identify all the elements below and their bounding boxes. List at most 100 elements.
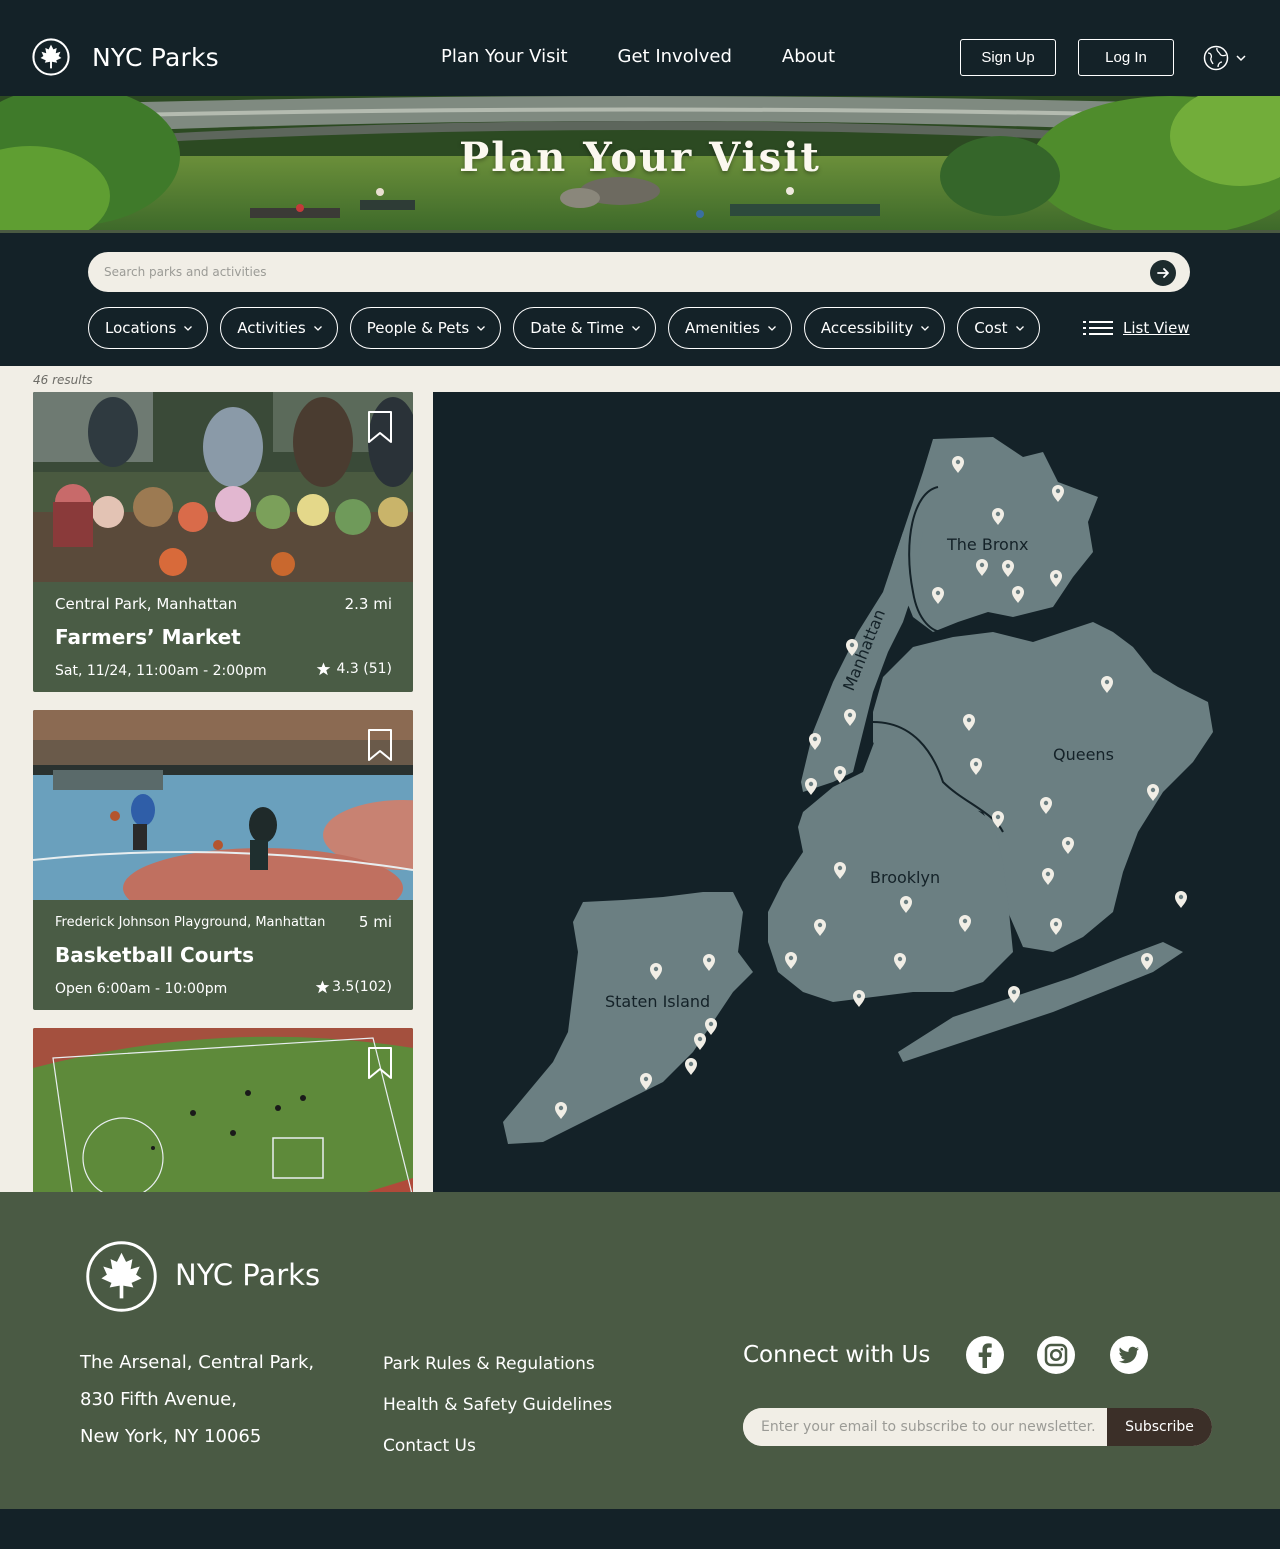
filter-amenities[interactable]: Amenities: [668, 307, 792, 349]
hero-title: Plan Your Visit: [459, 134, 821, 181]
filter-bar: Locations Activities People & Pets Date …: [0, 230, 1280, 366]
filter-label: Amenities: [685, 319, 760, 337]
filter-label: People & Pets: [366, 319, 470, 337]
footer-links: Park Rules & Regulations Health & Safety…: [383, 1344, 612, 1467]
sign-up-button[interactable]: Sign Up: [960, 39, 1056, 76]
nav-about[interactable]: About: [782, 46, 835, 67]
brand[interactable]: NYC Parks: [32, 38, 219, 76]
map-pin-dot: [856, 993, 862, 999]
map-pane[interactable]: The Bronx Manhattan Queens Brooklyn Stat…: [433, 392, 1280, 1192]
map-pin-dot: [935, 590, 941, 596]
map-pin-dot: [1045, 871, 1051, 877]
link-park-rules[interactable]: Park Rules & Regulations: [383, 1344, 612, 1385]
footer-address: The Arsenal, Central Park, 830 Fifth Ave…: [80, 1344, 314, 1455]
card-rating: 4.3 (51): [316, 661, 392, 677]
bottom-strip: [0, 1509, 1280, 1549]
bookmark-icon[interactable]: [366, 728, 394, 762]
arrow-right-icon: [1157, 268, 1169, 278]
nav-get-involved[interactable]: Get Involved: [618, 46, 732, 67]
map-pin-dot: [708, 1021, 714, 1027]
subscribe-button[interactable]: Subscribe: [1107, 1408, 1212, 1446]
map-pin-dot: [1065, 840, 1071, 846]
filter-cost[interactable]: Cost: [957, 307, 1040, 349]
search-submit-button[interactable]: [1150, 260, 1176, 286]
filter-people-pets[interactable]: People & Pets: [349, 307, 502, 349]
map-pin-icon[interactable]: [705, 1018, 717, 1035]
map-pin-dot: [995, 814, 1001, 820]
map-pin-dot: [653, 966, 659, 972]
footer: NYC Parks The Arsenal, Central Park, 830…: [0, 1192, 1280, 1509]
map-pin-dot: [903, 899, 909, 905]
log-in-button[interactable]: Log In: [1078, 39, 1174, 76]
card-location: Central Park, Manhattan: [55, 595, 238, 613]
filter-date-time[interactable]: Date & Time: [513, 307, 657, 349]
nav-plan-your-visit[interactable]: Plan Your Visit: [441, 46, 568, 67]
card-distance: 2.3 mi: [344, 595, 392, 613]
filter-locations[interactable]: Locations: [88, 307, 209, 349]
address-line: 830 Fifth Avenue,: [80, 1389, 237, 1410]
card-time: Open 6:00am - 10:00pm: [55, 981, 228, 997]
card-time: Sat, 11/24, 11:00am - 2:00pm: [55, 663, 267, 679]
map-pin-dot: [1053, 921, 1059, 927]
result-card-basketball-courts[interactable]: Frederick Johnson Playground, Manhattan …: [33, 710, 413, 1010]
star-icon: [316, 662, 330, 676]
map-pin-icon[interactable]: [685, 1058, 697, 1075]
bookmark-icon[interactable]: [366, 410, 394, 444]
results-area: 46 results Central Park, Manhattan 2.3 m…: [0, 366, 1280, 1192]
map-pin-dot: [955, 459, 961, 465]
filter-accessibility[interactable]: Accessibility: [803, 307, 946, 349]
map-pin-dot: [1055, 488, 1061, 494]
chevron-down-icon: [1015, 326, 1024, 331]
filter-label: Activities: [237, 319, 306, 337]
map-pin-dot: [688, 1061, 694, 1067]
filter-activities[interactable]: Activities: [220, 307, 338, 349]
map-pin-dot: [697, 1036, 703, 1042]
map-pin-dot: [897, 956, 903, 962]
map-pin-dot: [1053, 573, 1059, 579]
map-pin-dot: [849, 642, 855, 648]
chevron-down-icon: [184, 326, 193, 331]
card-location: Frederick Johnson Playground, Manhattan: [55, 915, 326, 930]
nyc-borough-map[interactable]: The Bronx Manhattan Queens Brooklyn Stat…: [433, 392, 1280, 1192]
main-nav: Plan Your Visit Get Involved About: [441, 46, 885, 67]
newsletter-email-input[interactable]: [743, 1408, 1107, 1446]
map-pin-dot: [837, 865, 843, 871]
map-pin-icon[interactable]: [805, 778, 817, 795]
link-health-safety[interactable]: Health & Safety Guidelines: [383, 1385, 612, 1426]
card-photo-basketball: [33, 710, 413, 900]
map-pin-dot: [1005, 563, 1011, 569]
link-contact-us[interactable]: Contact Us: [383, 1426, 612, 1467]
connect-heading: Connect with Us: [743, 1342, 931, 1368]
map-label-bronx: The Bronx: [946, 535, 1028, 554]
rating-value: 3.5(102): [332, 979, 392, 995]
map-pin-dot: [1043, 800, 1049, 806]
map-pin-dot: [962, 918, 968, 924]
language-selector[interactable]: [1203, 45, 1249, 71]
map-pin-dot: [847, 712, 853, 718]
brand-name: NYC Parks: [92, 42, 219, 72]
filter-chips: Locations Activities People & Pets Date …: [88, 307, 1052, 349]
map-pin-icon[interactable]: [853, 990, 865, 1007]
result-card-soccer-field[interactable]: [33, 1028, 413, 1192]
map-pin-icon[interactable]: [1175, 891, 1187, 908]
facebook-icon[interactable]: [965, 1335, 1005, 1375]
map-pin-dot: [788, 955, 794, 961]
list-icon: [1083, 321, 1113, 335]
twitter-icon[interactable]: [1109, 1335, 1149, 1375]
top-navigation: NYC Parks Plan Your Visit Get Involved A…: [0, 0, 1280, 96]
map-label-brooklyn: Brooklyn: [870, 868, 940, 887]
footer-brand: NYC Parks: [175, 1258, 321, 1292]
results-count: 46 results: [33, 373, 93, 387]
filter-label: Locations: [105, 319, 177, 337]
map-pin-dot: [808, 781, 814, 787]
star-icon: [315, 980, 330, 994]
instagram-icon[interactable]: [1036, 1335, 1076, 1375]
result-card-farmers-market[interactable]: Central Park, Manhattan 2.3 mi Farmers’ …: [33, 392, 413, 692]
bookmark-icon[interactable]: [366, 1046, 394, 1080]
list-view-toggle[interactable]: List View: [1083, 319, 1190, 337]
map-pin-dot: [979, 562, 985, 568]
card-title: Basketball Courts: [55, 943, 255, 967]
map-pin-dot: [812, 736, 818, 742]
search-input[interactable]: [104, 262, 1104, 282]
chevron-down-icon: [1236, 55, 1246, 62]
